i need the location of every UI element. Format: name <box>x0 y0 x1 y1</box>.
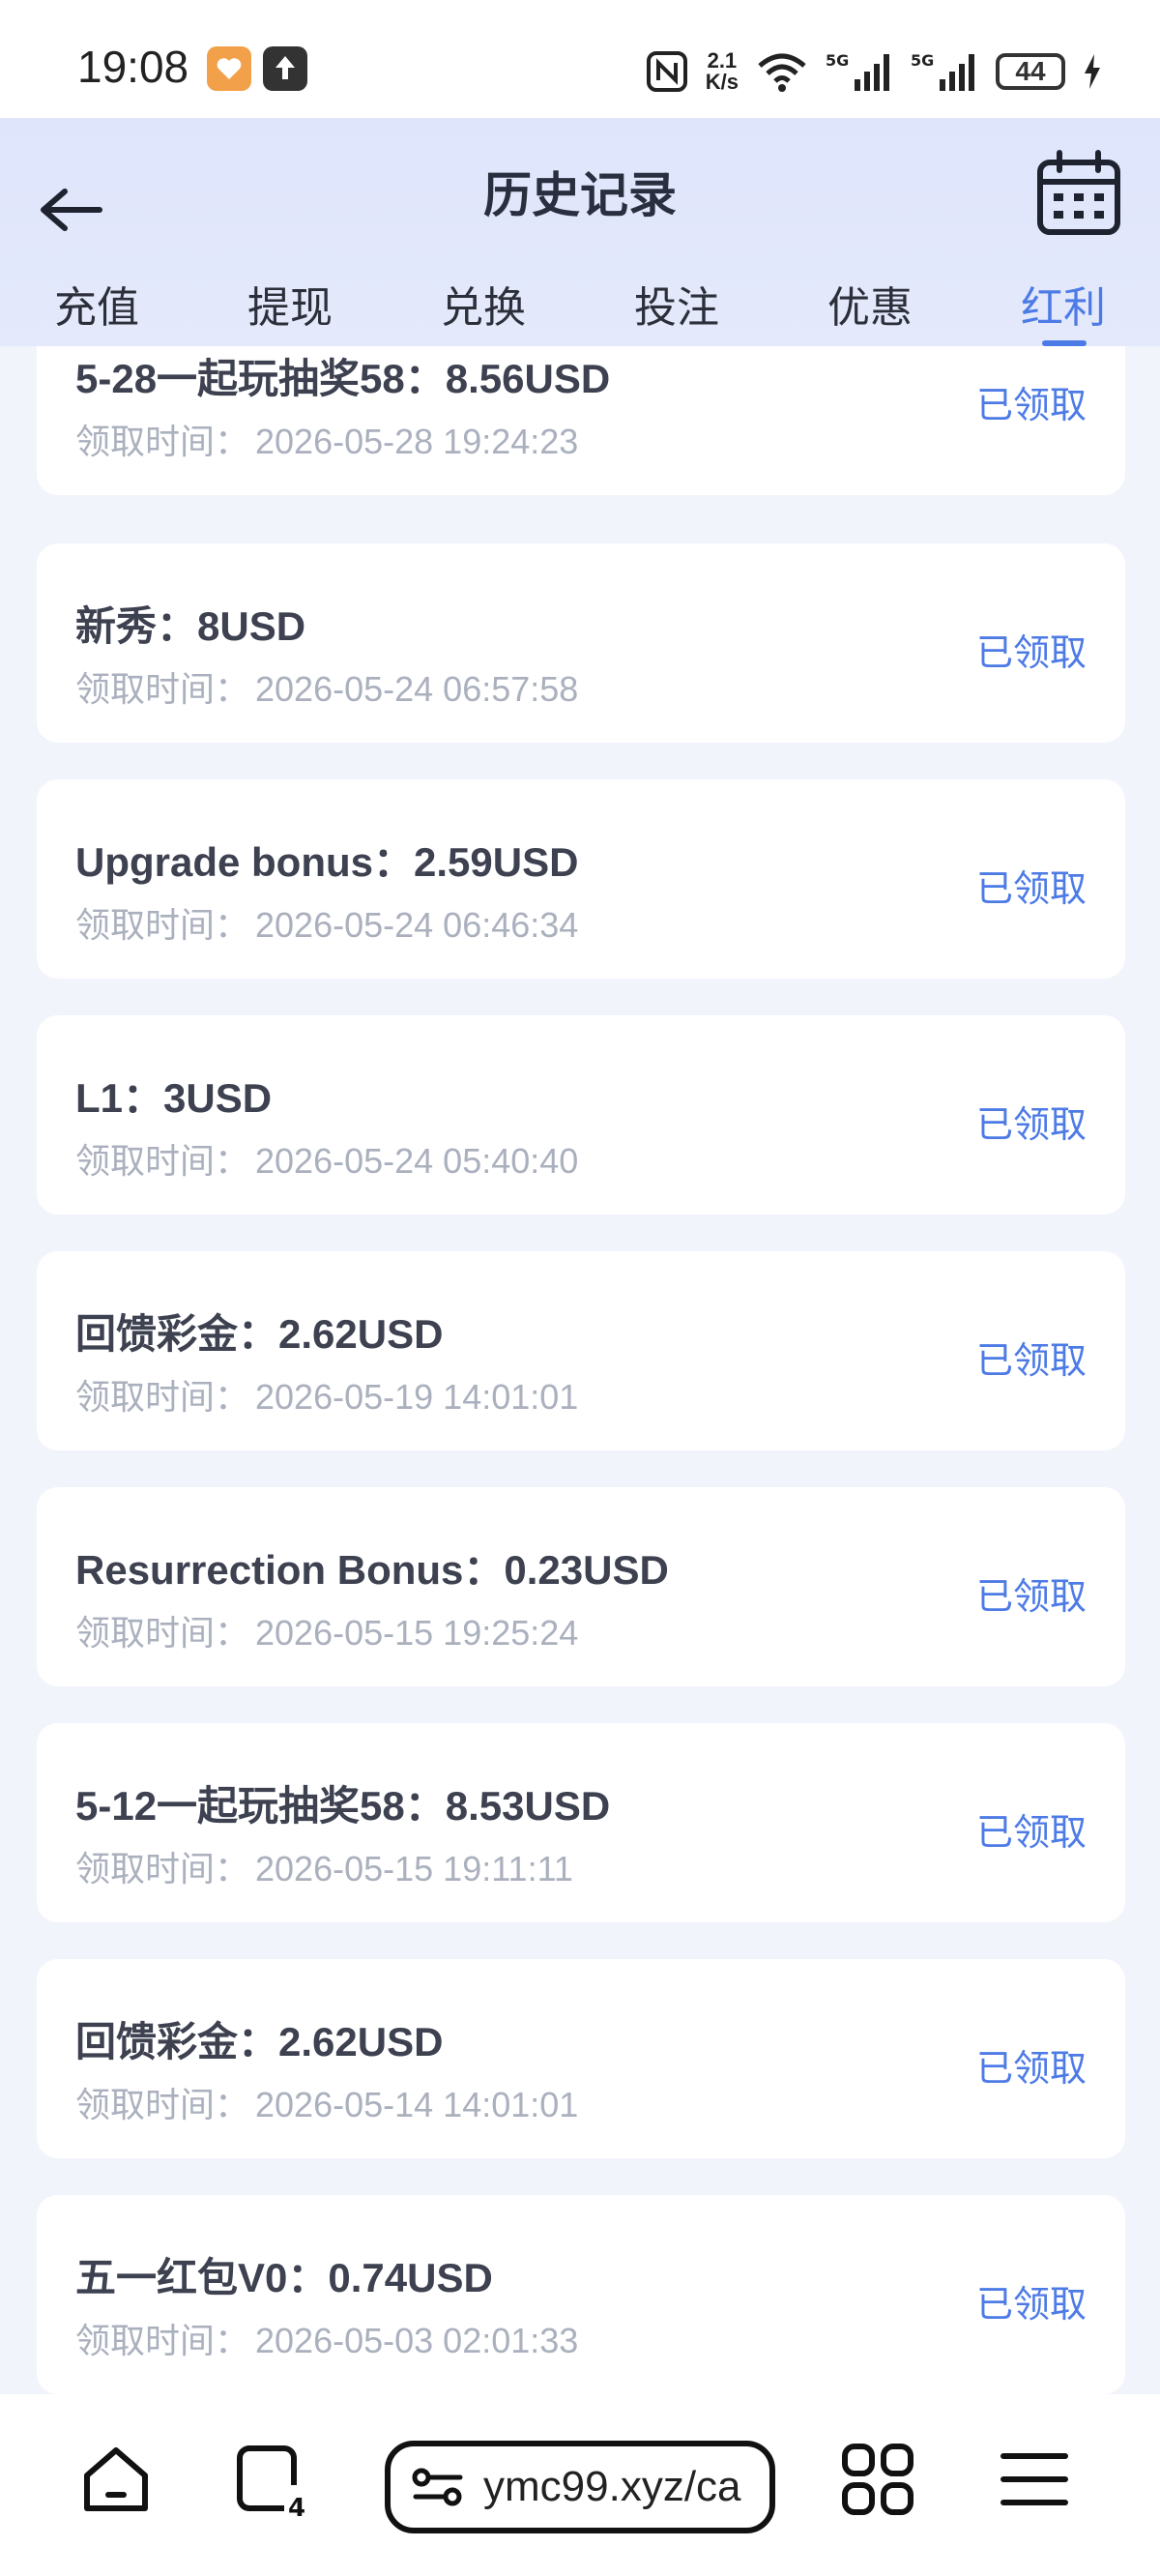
record-time: 领取时间： 2026-05-15 19:25:24 <box>75 1613 579 1653</box>
tab-withdraw[interactable]: 提现 <box>193 263 387 346</box>
record-card: 5-28一起玩抽奖58：8.56USD 领取时间： 2026-05-28 19:2… <box>37 346 1125 495</box>
record-time: 领取时间： 2026-05-03 02:01:33 <box>75 2321 579 2360</box>
record-status: 已领取 <box>975 1341 1087 1382</box>
tab-count: 4 <box>288 2494 305 2518</box>
apps-button[interactable] <box>839 2441 916 2518</box>
charging-icon <box>1085 54 1100 89</box>
home-icon <box>84 2447 148 2511</box>
record-time: 领取时间： 2026-05-24 05:40:40 <box>75 1141 579 1181</box>
status-time: 19:08 <box>77 42 189 92</box>
record-time: 领取时间： 2026-05-24 06:57:58 <box>75 669 579 709</box>
page-title: 历史记录 <box>483 168 677 222</box>
home-button[interactable] <box>77 2441 155 2518</box>
record-status: 已领取 <box>975 1813 1087 1854</box>
record-card: 回馈彩金：2.62USD 领取时间： 2026-05-19 14:01:01 已领… <box>37 1251 1125 1450</box>
record-card: L1：3USD 领取时间： 2026-05-24 05:40:40 已领取 <box>37 1015 1125 1215</box>
status-icons: 2.1 K/s 5G 5G 44 <box>646 43 1102 101</box>
wifi-icon <box>758 53 806 92</box>
record-time: 领取时间： 2026-05-24 06:46:34 <box>75 905 579 945</box>
health-app-icon <box>207 46 251 91</box>
tab-promotion[interactable]: 优惠 <box>773 263 967 346</box>
record-status: 已领取 <box>975 2049 1087 2090</box>
record-title: 5-12一起玩抽奖58：8.53USD <box>75 1783 611 1829</box>
calendar-icon <box>1037 150 1120 235</box>
tab-recharge[interactable]: 充值 <box>0 263 193 346</box>
record-card: 新秀：8USD 领取时间： 2026-05-24 06:57:58 已领取 <box>37 543 1125 743</box>
record-title: Upgrade bonus：2.59USD <box>75 839 579 885</box>
record-time: 领取时间： 2026-05-19 14:01:01 <box>75 1377 579 1417</box>
net-speed: 2.1 K/s <box>705 48 739 94</box>
header: 历史记录 充值 提现 兑换 投注 优惠 红利 <box>0 118 1160 346</box>
record-time: 领取时间： 2026-05-14 14:01:01 <box>75 2085 579 2124</box>
upload-icon <box>263 46 307 91</box>
tab-bonus[interactable]: 红利 <box>967 263 1160 346</box>
record-status: 已领取 <box>975 869 1087 910</box>
svg-text:5G: 5G <box>911 51 934 70</box>
signal-5g-icon: 5G <box>911 51 974 91</box>
site-settings-icon <box>412 2468 463 2506</box>
bonus-record-list[interactable]: 5-28一起玩抽奖58：8.56USD 领取时间： 2026-05-28 19:2… <box>37 346 1125 2394</box>
status-bar: 19:08 2.1 K/s 5G 5G 44 <box>0 0 1160 118</box>
record-title: 回馈彩金：2.62USD <box>75 1311 444 1357</box>
battery-icon: 44 <box>996 53 1065 90</box>
record-title: L1：3USD <box>75 1075 273 1121</box>
record-title: 新秀：8USD <box>75 603 306 649</box>
record-card: Resurrection Bonus：0.23USD 领取时间： 2026-05-… <box>37 1487 1125 1686</box>
record-time: 领取时间： 2026-05-28 19:24:23 <box>75 422 579 461</box>
record-status: 已领取 <box>975 1577 1087 1618</box>
tab-exchange[interactable]: 兑换 <box>387 263 580 346</box>
menu-button[interactable] <box>996 2441 1073 2518</box>
svg-text:5G: 5G <box>826 51 849 70</box>
category-tabs: 充值 提现 兑换 投注 优惠 红利 <box>0 263 1160 346</box>
record-status: 已领取 <box>975 1105 1087 1146</box>
record-card: 五一红包V0：0.74USD 领取时间： 2026-05-03 02:01:33 … <box>37 2195 1125 2394</box>
record-status: 已领取 <box>975 2285 1087 2326</box>
record-title: 五一红包V0：0.74USD <box>75 2255 493 2300</box>
signal-5g-icon: 5G <box>826 51 889 91</box>
record-card: 5-12一起玩抽奖58：8.53USD 领取时间： 2026-05-15 19:1… <box>37 1723 1125 1922</box>
record-title: 回馈彩金：2.62USD <box>75 2019 444 2064</box>
record-card: Upgrade bonus：2.59USD 领取时间： 2026-05-24 06… <box>37 779 1125 979</box>
grid-icon <box>842 2444 914 2515</box>
tabs-icon: 4 <box>237 2445 309 2523</box>
record-time: 领取时间： 2026-05-15 19:11:11 <box>75 1849 573 1888</box>
record-status: 已领取 <box>975 633 1087 674</box>
calendar-button[interactable] <box>1032 147 1125 240</box>
tabs-button[interactable]: 4 <box>232 2441 309 2523</box>
browser-bottom-bar: 4 ymc99.xyz/ca <box>0 2394 1160 2576</box>
url-bar[interactable]: ymc99.xyz/ca <box>385 2441 775 2533</box>
nfc-icon <box>646 51 687 92</box>
tab-bet[interactable]: 投注 <box>580 263 773 346</box>
record-status: 已领取 <box>975 386 1087 426</box>
hamburger-menu-icon <box>1000 2453 1068 2505</box>
record-title: Resurrection Bonus：0.23USD <box>75 1547 669 1593</box>
url-text: ymc99.xyz/ca <box>483 2463 741 2510</box>
record-card: 回馈彩金：2.62USD 领取时间： 2026-05-14 14:01:01 已领… <box>37 1959 1125 2158</box>
record-title: 5-28一起玩抽奖58：8.56USD <box>75 356 611 401</box>
